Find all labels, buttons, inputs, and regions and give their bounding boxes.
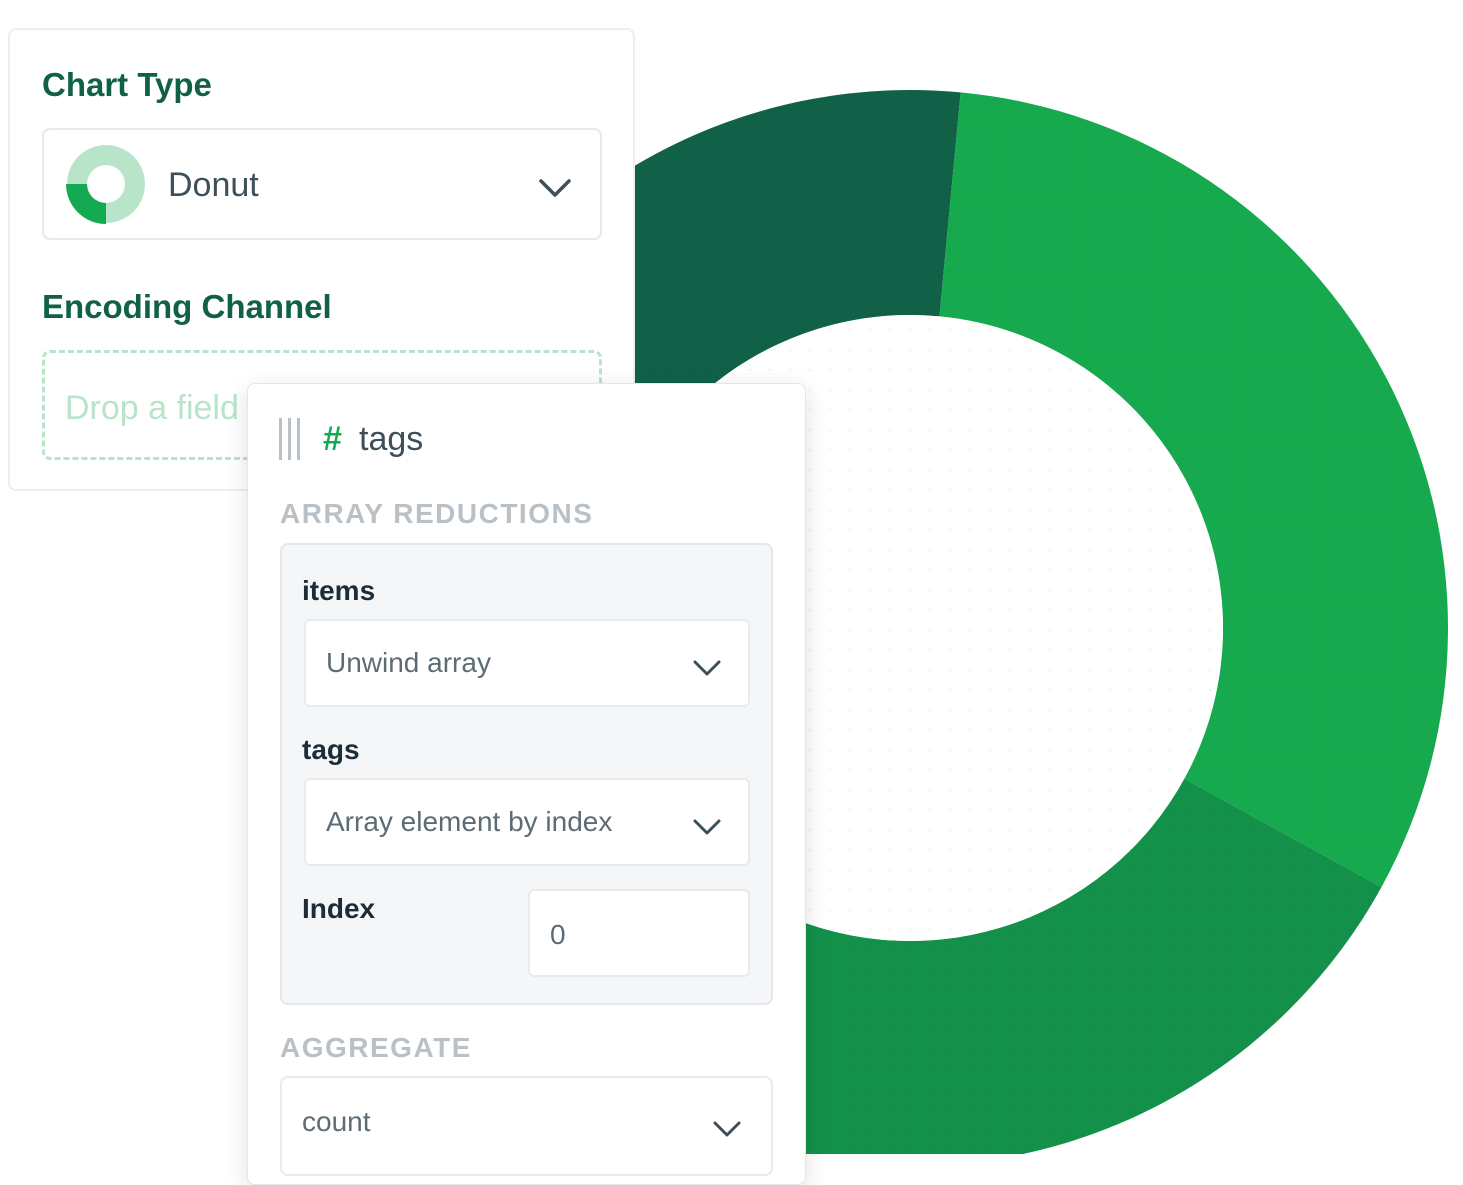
array-reductions-box: items Unwind array tags Array element by… xyxy=(280,543,773,1005)
drag-handle-icon[interactable] xyxy=(278,418,302,460)
chevron-down-icon xyxy=(539,179,571,197)
field-type-symbol: # xyxy=(323,420,342,458)
encoding-channel-title: Encoding Channel xyxy=(42,288,332,325)
aggregate-value: count xyxy=(302,1106,371,1137)
tags-reduction-value: Array element by index xyxy=(326,806,613,837)
chart-type-title: Chart Type xyxy=(42,66,212,103)
index-input[interactable]: 0 xyxy=(528,889,750,977)
chart-type-value: Donut xyxy=(168,166,259,204)
tags-reduction-select[interactable]: Array element by index xyxy=(304,778,750,866)
chevron-down-icon xyxy=(713,1121,741,1137)
items-reduction-select[interactable]: Unwind array xyxy=(304,619,750,707)
items-reduction-value: Unwind array xyxy=(326,647,491,678)
aggregate-label: AGGREGATE xyxy=(280,1032,472,1063)
index-label: Index xyxy=(302,893,376,924)
drop-zone-text: Drop a field xyxy=(65,389,239,427)
chevron-down-icon xyxy=(693,819,721,835)
chart-type-select[interactable]: Donut xyxy=(42,128,602,240)
chevron-down-icon xyxy=(693,660,721,676)
donut-chart-icon xyxy=(66,145,145,224)
index-value: 0 xyxy=(550,919,566,950)
tags-label: tags xyxy=(302,734,360,765)
aggregate-select[interactable]: count xyxy=(280,1076,773,1176)
items-label: items xyxy=(302,575,376,606)
field-popover: # tags ARRAY REDUCTIONS items Unwind arr… xyxy=(247,383,806,1185)
array-reductions-label: ARRAY REDUCTIONS xyxy=(280,498,594,529)
field-name: tags xyxy=(359,420,424,458)
